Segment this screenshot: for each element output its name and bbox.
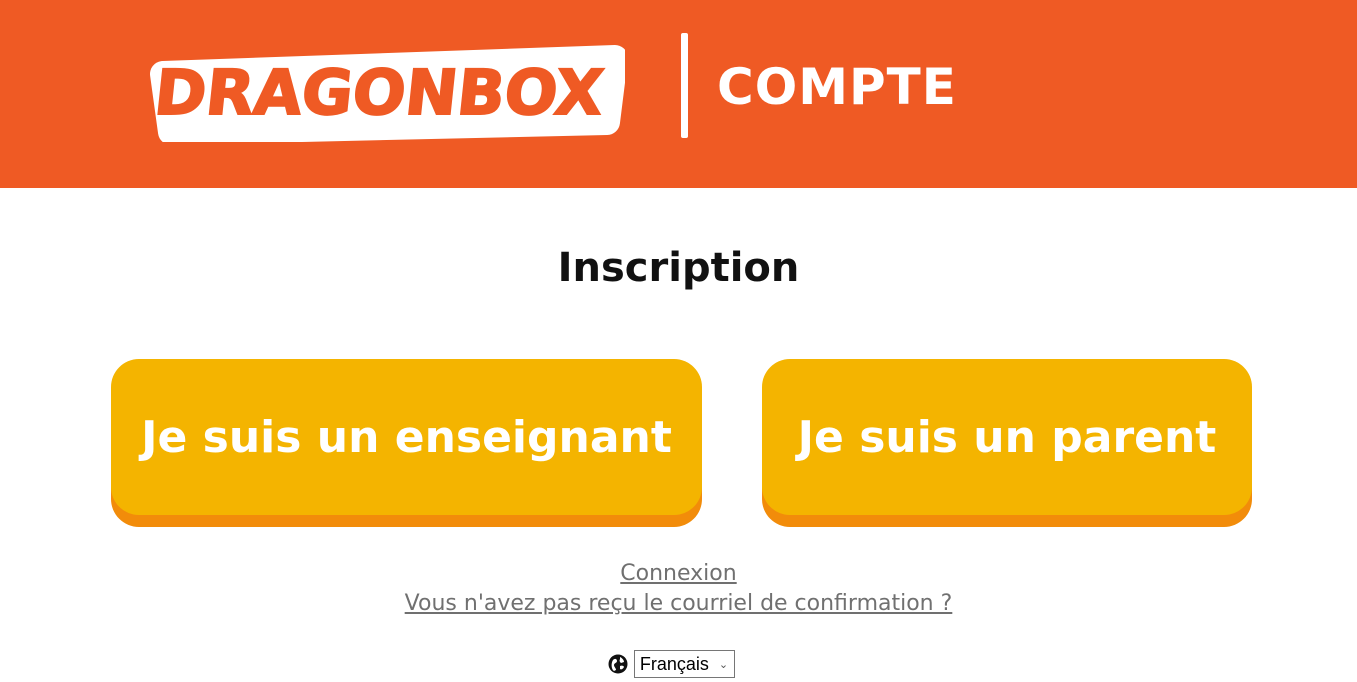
dragonbox-logo[interactable]: DRAGONBOX <box>145 36 625 142</box>
chevron-down-icon: ⌄ <box>718 658 729 671</box>
language-select[interactable]: Français ⌄ <box>633 650 736 678</box>
globe-icon <box>608 654 628 674</box>
teacher-button[interactable]: Je suis un enseignant <box>111 359 702 515</box>
header-divider <box>681 33 688 138</box>
login-link[interactable]: Connexion <box>0 559 1357 589</box>
language-bar: Français ⌄ <box>0 650 1357 678</box>
page-title: Inscription <box>557 245 800 291</box>
parent-button[interactable]: Je suis un parent <box>762 359 1252 515</box>
account-links: Connexion Vous n'avez pas reçu le courri… <box>0 559 1357 619</box>
header-title: COMPTE <box>717 58 957 116</box>
resend-confirmation-link[interactable]: Vous n'avez pas reçu le courriel de conf… <box>0 589 1357 619</box>
language-selected: Français <box>639 653 709 674</box>
logo-text: DRAGONBOX <box>151 56 607 129</box>
header: DRAGONBOX COMPTE <box>0 0 1357 188</box>
